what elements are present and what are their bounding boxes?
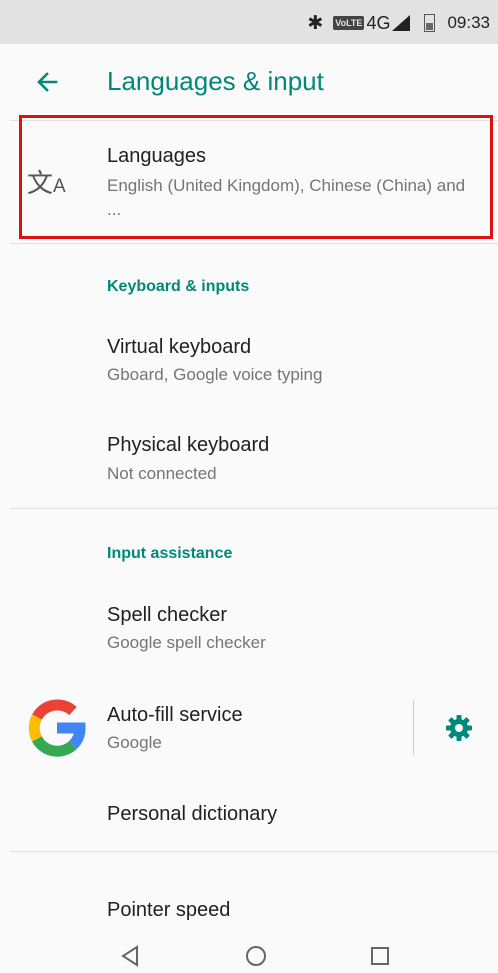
divider bbox=[10, 508, 498, 509]
virtual-keyboard-subtitle: Gboard, Google voice typing bbox=[107, 365, 323, 384]
status-icons: ✱ VoLTE 4G 09:33 bbox=[307, 11, 490, 35]
physical-keyboard-subtitle: Not connected bbox=[107, 464, 217, 483]
battery-icon bbox=[424, 14, 436, 32]
spell-checker-item[interactable] bbox=[0, 585, 498, 675]
arrow-back-icon[interactable] bbox=[30, 64, 66, 100]
vertical-separator bbox=[413, 700, 414, 755]
gear-icon[interactable] bbox=[444, 713, 474, 743]
pointer-speed-title: Pointer speed bbox=[107, 899, 231, 921]
volte-indicator: VoLTE bbox=[333, 16, 365, 30]
section-header-input-assistance: Input assistance bbox=[107, 545, 233, 562]
app-bar: Languages & input bbox=[0, 44, 498, 120]
autofill-subtitle: Google bbox=[107, 733, 162, 752]
spell-checker-subtitle: Google spell checker bbox=[107, 633, 266, 652]
clock: 09:33 bbox=[447, 13, 490, 32]
physical-keyboard-title: Physical keyboard bbox=[107, 434, 270, 456]
home-circle-icon[interactable] bbox=[242, 942, 270, 970]
divider bbox=[10, 243, 498, 244]
autofill-title: Auto-fill service bbox=[107, 704, 243, 726]
navigation-bar bbox=[0, 936, 498, 973]
section-header-keyboard: Keyboard & inputs bbox=[107, 278, 250, 295]
google-logo-icon bbox=[28, 699, 86, 757]
physical-keyboard-item[interactable] bbox=[0, 416, 498, 506]
recents-square-icon[interactable] bbox=[366, 942, 394, 970]
highlight-box bbox=[19, 115, 493, 239]
page-title: Languages & input bbox=[107, 66, 324, 96]
divider bbox=[10, 851, 498, 852]
bluetooth-icon: ✱ bbox=[307, 12, 324, 34]
spell-checker-title: Spell checker bbox=[107, 604, 228, 626]
personal-dictionary-title: Personal dictionary bbox=[107, 803, 278, 825]
virtual-keyboard-title: Virtual keyboard bbox=[107, 336, 252, 358]
back-triangle-icon[interactable] bbox=[117, 942, 145, 970]
signal-icon bbox=[392, 15, 411, 31]
network-type: 4G bbox=[366, 12, 391, 33]
status-bar: ✱ VoLTE 4G 09:33 bbox=[0, 0, 498, 44]
pointer-speed-item[interactable] bbox=[0, 880, 498, 930]
